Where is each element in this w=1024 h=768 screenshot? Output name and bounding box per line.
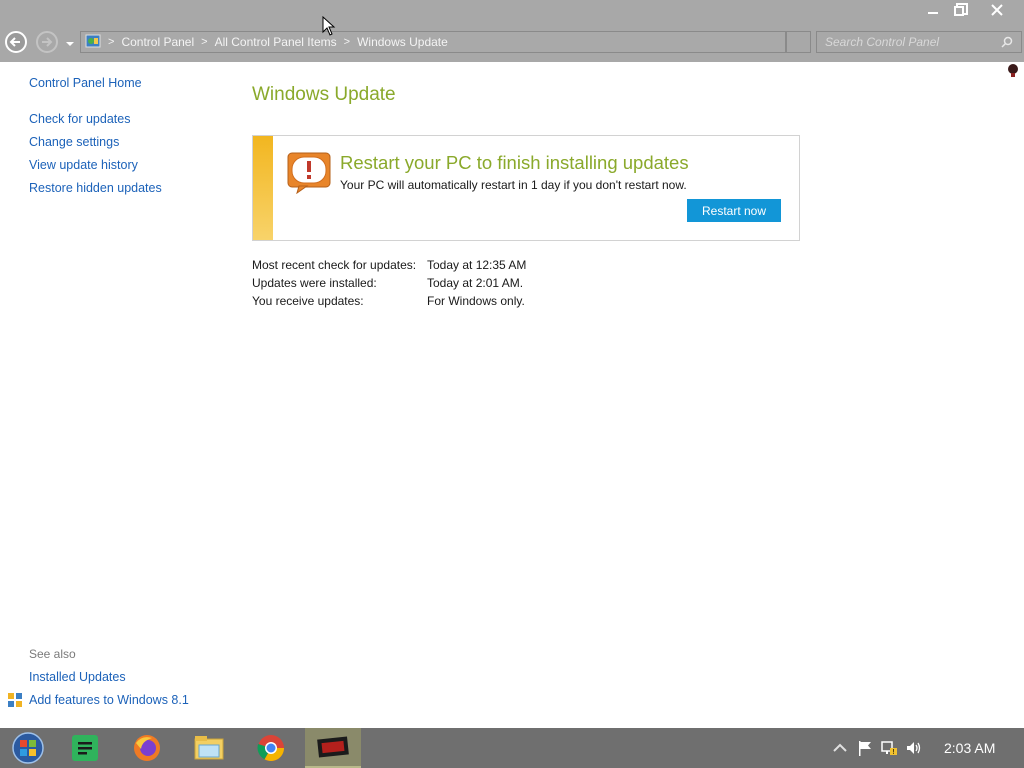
info-label-receive: You receive updates:: [252, 294, 364, 308]
back-arrow-icon: [9, 37, 20, 47]
refresh-button[interactable]: [786, 31, 811, 53]
firefox-icon: [134, 735, 160, 761]
info-value-last-check: Today at 12:35 AM: [427, 258, 527, 272]
account-icon[interactable]: [1006, 63, 1020, 80]
info-value-receive: For Windows only.: [427, 294, 525, 308]
restore-button[interactable]: [946, 1, 976, 19]
taskbar-file-explorer[interactable]: [181, 728, 237, 768]
taskbar-spreadsheet-app[interactable]: [57, 728, 113, 768]
see-also-label: See also: [29, 647, 76, 661]
back-button[interactable]: [5, 31, 27, 53]
close-icon: [991, 4, 1003, 16]
page-title: Windows Update: [252, 84, 396, 105]
taskbar: ! 2:03 AM: [0, 728, 1024, 768]
mouse-cursor-icon: [322, 15, 336, 39]
svg-text:!: !: [892, 748, 895, 756]
warning-speech-bubble-icon: [287, 152, 331, 195]
taskbar-clock[interactable]: 2:03 AM: [944, 740, 995, 756]
installed-updates-link[interactable]: Installed Updates: [29, 670, 126, 684]
address-row: > Control Panel > All Control Panel Item…: [0, 30, 1024, 62]
notice-title: Restart your PC to finish installing upd…: [340, 152, 689, 173]
file-explorer-icon: [194, 736, 224, 760]
breadcrumb-separator: >: [201, 36, 208, 48]
check-for-updates-link[interactable]: Check for updates: [29, 112, 130, 126]
restart-notice: Restart your PC to finish installing upd…: [252, 135, 800, 241]
minimize-button[interactable]: [918, 1, 948, 19]
breadcrumb-windows-update[interactable]: Windows Update: [357, 35, 448, 49]
chrome-icon: [257, 735, 285, 762]
restore-hidden-updates-link[interactable]: Restore hidden updates: [29, 181, 162, 195]
breadcrumb-separator: >: [343, 36, 351, 48]
network-icon[interactable]: !: [881, 740, 897, 756]
recent-locations-button[interactable]: [65, 37, 75, 51]
restore-icon: [954, 3, 968, 16]
game-app-icon: [317, 736, 349, 758]
search-icon[interactable]: [1001, 36, 1013, 48]
taskbar-game-app[interactable]: [305, 728, 361, 768]
minimize-icon: [928, 12, 938, 14]
breadcrumb-all-items[interactable]: All Control Panel Items: [215, 35, 337, 49]
forward-button[interactable]: [36, 31, 58, 53]
title-bar: [0, 0, 1024, 30]
info-label-installed: Updates were installed:: [252, 276, 377, 290]
volume-icon[interactable]: [905, 740, 921, 756]
search-input[interactable]: Search Control Panel: [816, 31, 1022, 53]
breadcrumb[interactable]: > Control Panel > All Control Panel Item…: [80, 31, 786, 53]
taskbar-chrome[interactable]: [243, 728, 299, 768]
windows-features-icon: [7, 692, 23, 711]
taskbar-firefox[interactable]: [119, 728, 175, 768]
info-value-installed: Today at 2:01 AM.: [427, 276, 524, 290]
show-hidden-icons-icon[interactable]: [832, 740, 848, 756]
breadcrumb-separator: >: [108, 36, 115, 48]
close-button[interactable]: [982, 1, 1012, 19]
control-panel-icon: [85, 34, 101, 51]
control-panel-home-link[interactable]: Control Panel Home: [29, 76, 142, 90]
spreadsheet-app-icon: [72, 735, 98, 761]
notice-accent-bar: [253, 136, 273, 240]
chevron-down-icon: [66, 42, 74, 46]
info-label-last-check: Most recent check for updates:: [252, 258, 417, 272]
view-update-history-link[interactable]: View update history: [29, 158, 138, 172]
left-pane: Control Panel Home Check for updates Cha…: [0, 62, 220, 728]
action-center-flag-icon[interactable]: [857, 740, 873, 756]
add-features-link[interactable]: Add features to Windows 8.1: [29, 693, 189, 707]
start-button[interactable]: [0, 728, 56, 768]
change-settings-link[interactable]: Change settings: [29, 135, 119, 149]
start-orb-icon: [12, 732, 44, 764]
restart-now-button[interactable]: Restart now: [687, 199, 781, 222]
notice-text: Your PC will automatically restart in 1 …: [340, 178, 687, 192]
breadcrumb-control-panel[interactable]: Control Panel: [121, 35, 194, 49]
search-placeholder: Search Control Panel: [825, 35, 940, 49]
forward-arrow-icon: [42, 37, 53, 47]
